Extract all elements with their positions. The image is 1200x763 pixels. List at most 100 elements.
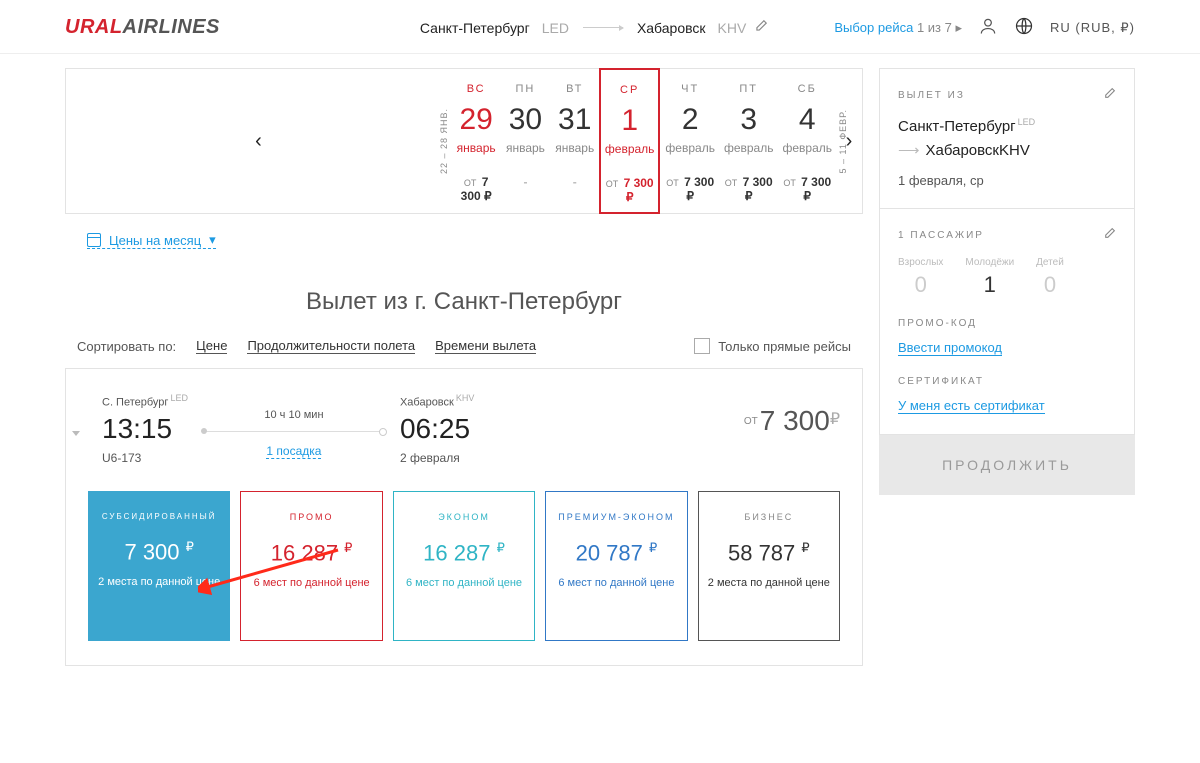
edit-icon[interactable] bbox=[1103, 87, 1116, 103]
checkbox-icon bbox=[694, 338, 710, 354]
day-of-week: СР bbox=[605, 84, 655, 96]
dep-time: 13:15 bbox=[102, 413, 188, 445]
step-indicator: Выбор рейса 1 из 7 ▸ bbox=[834, 20, 962, 36]
fare-name: ПРОМО bbox=[290, 512, 334, 522]
fare-availability: 6 мест по данной цене bbox=[558, 576, 674, 591]
sort-price[interactable]: Цене bbox=[196, 338, 227, 354]
pax-col[interactable]: Молодёжи 1 bbox=[965, 257, 1014, 298]
chevron-left-icon: ‹ bbox=[255, 130, 262, 153]
duration: 10 ч 10 мин bbox=[204, 409, 384, 421]
dep-city: С. ПетербургLED bbox=[102, 393, 188, 409]
edit-icon[interactable] bbox=[1103, 227, 1116, 243]
fare-availability: 6 мест по данной цене bbox=[406, 576, 522, 591]
date-option[interactable]: ПТ3февральОТ 7 300 ₽ bbox=[719, 69, 778, 213]
sidebar: ВЫЛЕТ ИЗ Санкт-ПетербургLED ⟶ХабаровскKH… bbox=[879, 68, 1135, 495]
day-month: февраль bbox=[782, 141, 832, 155]
from-city: Санкт-Петербург bbox=[420, 20, 530, 36]
day-number: 3 bbox=[724, 103, 774, 137]
fare-price: 20 787 bbox=[576, 540, 658, 566]
fare-name: ПРЕМИУМ-ЭКОНОМ bbox=[558, 512, 674, 522]
price-from: ОТ7 300 bbox=[744, 405, 840, 437]
date-option[interactable]: ЧТ2февральОТ 7 300 ₽ bbox=[660, 69, 719, 213]
date-option[interactable]: ВТ31январь- bbox=[550, 69, 599, 213]
date-prev-button[interactable]: ‹ 22 – 28 ЯНВ. bbox=[66, 69, 451, 213]
fare-availability: 6 мест по данной цене bbox=[254, 576, 370, 591]
continue-button[interactable]: ПРОДОЛЖИТЬ bbox=[879, 435, 1135, 495]
day-of-week: ВТ bbox=[555, 83, 595, 95]
fare-option-econ[interactable]: ЭКОНОМ 16 287 6 мест по данной цене bbox=[393, 491, 535, 641]
pax-label: Взрослых bbox=[898, 257, 943, 268]
stops-link[interactable]: 1 посадка bbox=[266, 444, 321, 459]
day-number: 2 bbox=[665, 103, 715, 137]
sidebar-to: ⟶ХабаровскKHV bbox=[898, 141, 1116, 159]
day-price: ОТ 7 300 ₽ bbox=[665, 175, 715, 203]
globe-icon[interactable] bbox=[1014, 16, 1034, 39]
day-month: февраль bbox=[724, 141, 774, 155]
arr-city: ХабаровскKHV bbox=[400, 393, 474, 409]
day-month: январь bbox=[555, 141, 595, 155]
day-month: февраль bbox=[605, 142, 655, 156]
locale-selector[interactable]: RU (RUB, ₽) bbox=[1050, 20, 1135, 36]
day-of-week: ВС bbox=[456, 83, 496, 95]
promo-heading: ПРОМО-КОД bbox=[898, 318, 1116, 329]
fare-price: 58 787 bbox=[728, 540, 810, 566]
fare-option-sub[interactable]: СУБСИДИРОВАННЫЙ7 300 2 места по данной ц… bbox=[88, 491, 230, 641]
day-number: 29 bbox=[456, 103, 496, 137]
route-summary: Санкт-Петербург LED Хабаровск KHV bbox=[420, 19, 768, 36]
pax-col[interactable]: Детей0 bbox=[1036, 257, 1064, 298]
pax-count: 0 bbox=[1036, 272, 1064, 298]
day-of-week: ПН bbox=[505, 83, 545, 95]
fare-availability: 2 места по данной цене bbox=[98, 575, 220, 590]
fare-price: 16 287 bbox=[271, 540, 353, 566]
day-number: 31 bbox=[555, 103, 595, 137]
date-next-button[interactable]: 5 – 11 ФЕВР. › bbox=[836, 69, 862, 213]
pax-col[interactable]: Взрослых 0 bbox=[898, 257, 943, 298]
direct-only-checkbox[interactable]: Только прямые рейсы bbox=[694, 338, 851, 354]
fare-option-prem[interactable]: ПРЕМИУМ-ЭКОНОМ 20 787 6 мест по данной це… bbox=[545, 491, 687, 641]
edit-route-icon[interactable] bbox=[754, 19, 768, 36]
day-month: февраль bbox=[665, 141, 715, 155]
fare-price: 16 287 bbox=[423, 540, 505, 566]
day-price: ОТ 7 300 ₽ bbox=[605, 176, 655, 204]
section-title: Вылет из г. Санкт-Петербург bbox=[65, 288, 863, 316]
arr-time: 06:25 bbox=[400, 413, 474, 445]
pax-count: 1 bbox=[965, 272, 1014, 298]
day-of-week: ПТ bbox=[724, 83, 774, 95]
fare-availability: 2 места по данной цене bbox=[708, 576, 830, 591]
promo-link[interactable]: Ввести промокод bbox=[898, 340, 1002, 356]
fare-name: ЭКОНОМ bbox=[438, 512, 490, 522]
date-option[interactable]: СР1февральОТ 7 300 ₽ bbox=[599, 68, 661, 214]
sidebar-departure-heading: ВЫЛЕТ ИЗ bbox=[898, 87, 1116, 103]
day-month: январь bbox=[505, 141, 545, 155]
day-month: январь bbox=[456, 141, 496, 155]
sort-duration[interactable]: Продолжительности полета bbox=[247, 338, 415, 354]
cert-link[interactable]: У меня есть сертификат bbox=[898, 398, 1045, 414]
sidebar-from: Санкт-ПетербургLED bbox=[898, 117, 1116, 135]
day-number: 30 bbox=[505, 103, 545, 137]
sidebar-date: 1 февраля, ср bbox=[898, 173, 1116, 188]
month-prices-link[interactable]: Цены на месяц ▾ bbox=[87, 232, 216, 249]
date-option[interactable]: ВС 29 январь ОТ 7 300 ₽ bbox=[451, 69, 500, 213]
flight-card: С. ПетербургLED 13:15 U6-173 10 ч 10 мин… bbox=[65, 368, 863, 666]
sort-row: Сортировать по: Цене Продолжительности п… bbox=[65, 338, 863, 368]
fare-option-promo[interactable]: ПРОМО 16 287 6 мест по данной цене bbox=[240, 491, 382, 641]
from-code: LED bbox=[542, 20, 569, 36]
date-option[interactable]: СБ4февральОТ 7 300 ₽ bbox=[777, 69, 836, 213]
fare-price: 7 300 bbox=[124, 539, 193, 565]
sort-time[interactable]: Времени вылета bbox=[435, 338, 536, 354]
date-strip: ‹ 22 – 28 ЯНВ. ВС 29 январь ОТ 7 300 ₽ ПН 30 я… bbox=[65, 68, 863, 214]
fare-option-biz[interactable]: БИЗНЕС58 787 2 места по данной цене bbox=[698, 491, 840, 641]
pax-label: Молодёжи bbox=[965, 257, 1014, 268]
user-icon[interactable] bbox=[978, 16, 998, 39]
sort-label: Сортировать по: bbox=[77, 339, 176, 354]
expand-icon[interactable] bbox=[72, 431, 80, 436]
flight-number: U6-173 bbox=[102, 451, 188, 465]
day-number: 4 bbox=[782, 103, 832, 137]
arr-date: 2 февраля bbox=[400, 451, 474, 465]
logo[interactable]: URALAIRLINES bbox=[65, 16, 220, 39]
cert-heading: СЕРТИФИКАТ bbox=[898, 376, 1116, 387]
header: URALAIRLINES Санкт-Петербург LED Хабаров… bbox=[0, 0, 1200, 54]
day-price: ОТ 7 300 ₽ bbox=[456, 175, 496, 203]
date-option[interactable]: ПН30январь- bbox=[500, 69, 549, 213]
pax-count: 0 bbox=[898, 272, 943, 298]
